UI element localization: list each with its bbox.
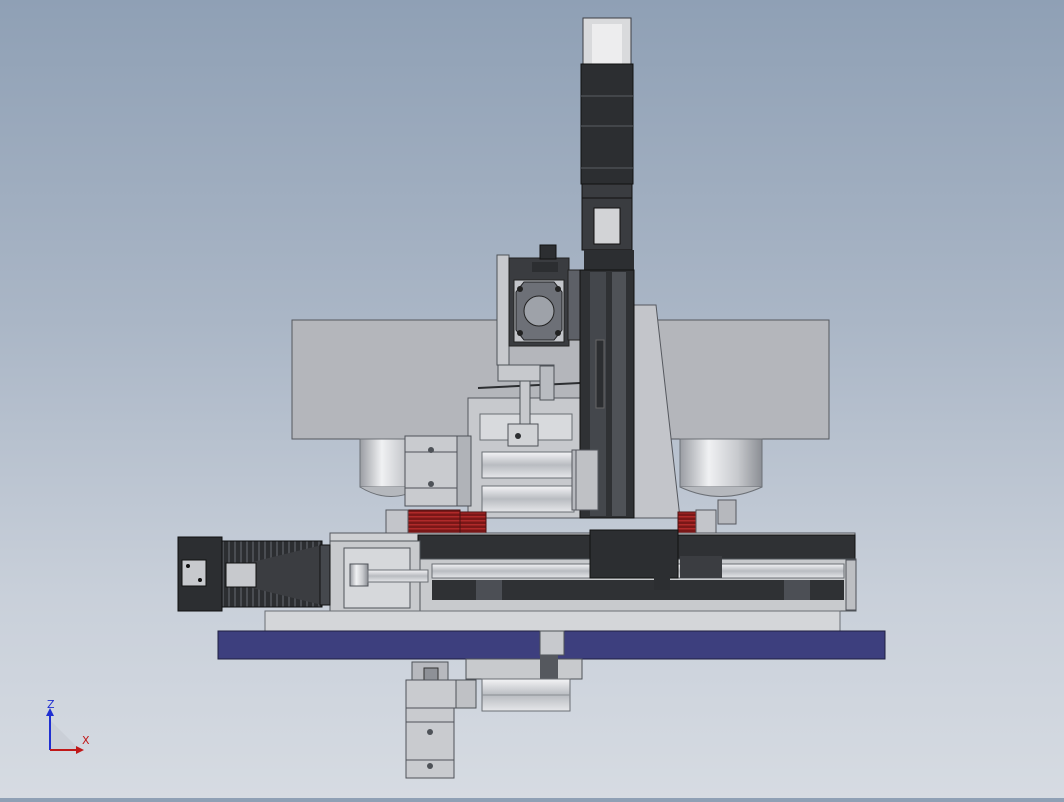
- left-red-pad: [407, 509, 461, 535]
- lower-cylinder-assembly: [465, 655, 583, 712]
- triad-z-label: Z: [47, 698, 55, 711]
- x-axis-servo-motor: [177, 536, 331, 612]
- z-axis-linear-module: [575, 17, 635, 519]
- support-frame: [264, 610, 841, 632]
- left-guide-block: [404, 435, 472, 507]
- center-red-pad: [459, 511, 487, 535]
- right-red-pad: [677, 511, 697, 535]
- right-cylinder-housing: [679, 438, 763, 497]
- assembly-drawing: [46, 17, 886, 779]
- triad-x-label: X: [82, 734, 90, 747]
- cad-graphics-viewport[interactable]: [0, 0, 1064, 798]
- x-axis-linear-module: [329, 529, 857, 614]
- orientation-triad: [46, 708, 84, 754]
